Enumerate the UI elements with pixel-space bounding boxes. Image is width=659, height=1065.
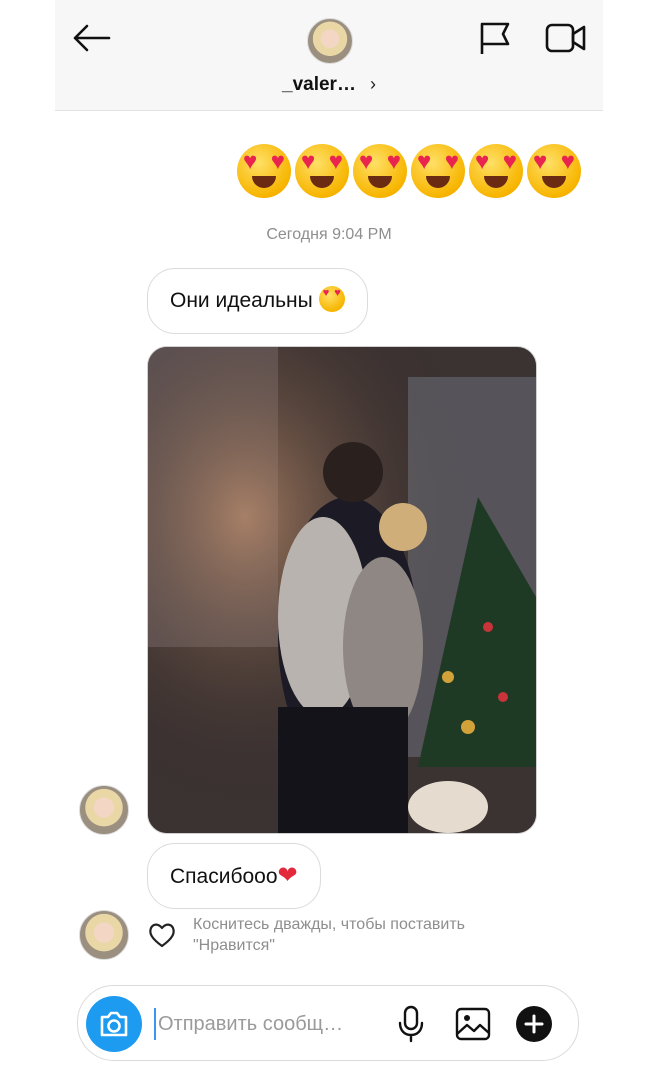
message-text: Они идеальны bbox=[170, 289, 313, 312]
heart-eyes-emoji bbox=[295, 144, 349, 198]
back-arrow-icon[interactable] bbox=[69, 18, 113, 58]
chat-header: _valer… › bbox=[55, 0, 603, 111]
sent-emoji-message[interactable] bbox=[237, 144, 581, 198]
heart-eyes-emoji bbox=[411, 144, 465, 198]
received-message-bubble[interactable]: Спасибооо❤ bbox=[147, 843, 321, 909]
heart-eyes-emoji bbox=[318, 286, 345, 312]
camera-button[interactable] bbox=[86, 996, 142, 1052]
sender-avatar[interactable] bbox=[79, 785, 129, 835]
profile-avatar[interactable] bbox=[307, 18, 353, 64]
add-plus-icon[interactable] bbox=[516, 1006, 552, 1042]
microphone-icon[interactable] bbox=[396, 1004, 426, 1044]
message-text: Спасибооо bbox=[170, 865, 278, 888]
chat-screen: _valer… › Сегодня 9:04 PM Они идеальны bbox=[55, 0, 603, 1065]
message-input[interactable] bbox=[156, 1004, 390, 1044]
heart-outline-icon[interactable] bbox=[147, 920, 177, 950]
received-message-bubble[interactable]: Они идеальны bbox=[147, 268, 368, 334]
video-call-icon[interactable] bbox=[545, 20, 587, 56]
flag-icon[interactable] bbox=[477, 20, 513, 56]
message-timestamp: Сегодня 9:04 PM bbox=[266, 226, 392, 243]
heart-eyes-emoji bbox=[237, 144, 291, 198]
chevron-right-icon: › bbox=[369, 74, 376, 94]
username-title[interactable]: _valer… › bbox=[55, 74, 603, 96]
username-label: _valer… bbox=[282, 74, 356, 95]
heart-eyes-emoji bbox=[527, 144, 581, 198]
message-composer bbox=[77, 985, 579, 1061]
gallery-icon[interactable] bbox=[454, 1006, 492, 1042]
camera-icon bbox=[100, 1011, 128, 1037]
shared-photo-message[interactable] bbox=[147, 346, 537, 834]
red-heart-emoji: ❤ bbox=[277, 862, 298, 889]
heart-eyes-emoji bbox=[353, 144, 407, 198]
heart-eyes-emoji bbox=[469, 144, 523, 198]
photo-image bbox=[148, 347, 536, 833]
sender-avatar[interactable] bbox=[79, 910, 129, 960]
like-hint-text: Коснитесь дважды, чтобы поставить "Нрави… bbox=[193, 916, 466, 954]
